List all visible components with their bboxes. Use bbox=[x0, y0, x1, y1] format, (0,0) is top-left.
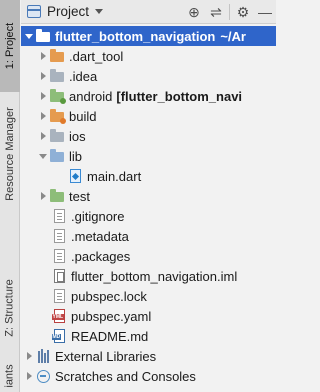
tree-item-lib[interactable]: lib bbox=[21, 146, 276, 166]
tree-item-scratches[interactable]: Scratches and Consoles bbox=[21, 366, 276, 386]
tree-item-packages[interactable]: .packages bbox=[21, 246, 276, 266]
expand-arrow[interactable] bbox=[37, 86, 49, 106]
expand-arrow[interactable] bbox=[37, 186, 49, 206]
module-folder-icon bbox=[49, 88, 66, 104]
text-file-icon bbox=[51, 228, 67, 244]
tree-item-label: ios bbox=[69, 128, 86, 144]
expand-arrow[interactable] bbox=[37, 126, 49, 146]
tree-item-pubspec-yaml[interactable]: pubspec.yaml bbox=[21, 306, 276, 326]
root-project-name: flutter_bottom_navigation bbox=[55, 28, 216, 44]
header-toolbar: ⊕ ⇌ ⚙ — bbox=[183, 0, 276, 24]
tree-item-metadata[interactable]: .metadata bbox=[21, 226, 276, 246]
folder-icon bbox=[49, 68, 65, 84]
tree-item-label: .gitignore bbox=[71, 208, 125, 224]
tree-item-label: README.md bbox=[71, 328, 149, 344]
tree-item-label: .metadata bbox=[71, 228, 129, 244]
text-file-icon bbox=[51, 288, 67, 304]
project-view-icon bbox=[26, 5, 41, 18]
tree-item-test[interactable]: test bbox=[21, 186, 276, 206]
module-folder-icon bbox=[35, 28, 51, 44]
markdown-file-icon bbox=[51, 328, 67, 344]
excluded-folder-icon bbox=[49, 108, 66, 124]
iml-file-icon bbox=[51, 268, 67, 284]
expand-arrow[interactable] bbox=[37, 146, 49, 166]
libraries-icon bbox=[35, 348, 51, 364]
source-folder-icon bbox=[49, 148, 65, 164]
tree-item-readme[interactable]: README.md bbox=[21, 326, 276, 346]
project-panel-header: Project ⊕ ⇌ ⚙ — bbox=[21, 0, 276, 24]
tree-item-build[interactable]: build bbox=[21, 106, 276, 126]
tree-item-label: flutter_bottom_navigation.iml bbox=[71, 268, 238, 284]
tree-item-main-dart[interactable]: main.dart bbox=[21, 166, 276, 186]
build-variants-tab[interactable]: iants bbox=[0, 360, 20, 392]
structure-tab[interactable]: Z: Structure bbox=[0, 268, 20, 348]
root-project-path: ~/Ar bbox=[220, 28, 246, 44]
tree-item-label: .dart_tool bbox=[69, 48, 124, 64]
tree-item-label: lib bbox=[69, 148, 83, 164]
chevron-down-icon bbox=[95, 9, 104, 14]
expand-arrow[interactable] bbox=[37, 66, 49, 86]
settings-icon[interactable]: ⚙ bbox=[232, 0, 254, 24]
locate-icon[interactable]: ⊕ bbox=[183, 0, 205, 24]
resource-manager-tab[interactable]: Resource Manager bbox=[0, 98, 20, 210]
tree-item-label: .packages bbox=[71, 248, 131, 264]
excluded-folder-icon bbox=[49, 48, 65, 64]
tool-window-strip: 1: Project Resource Manager Z: Structure… bbox=[0, 0, 20, 392]
structure-tab-label: Z: Structure bbox=[4, 279, 16, 337]
tree-item-pubspec-lock[interactable]: pubspec.lock bbox=[21, 286, 276, 306]
tree-item-label: build bbox=[69, 108, 97, 124]
tree-item-idea[interactable]: .idea bbox=[21, 66, 276, 86]
tree-item-ios[interactable]: ios bbox=[21, 126, 276, 146]
text-file-icon bbox=[51, 208, 67, 224]
tree-item-android[interactable]: android [flutter_bottom_navi bbox=[21, 86, 276, 106]
view-selector-label: Project bbox=[47, 4, 90, 19]
expand-arrow[interactable] bbox=[23, 366, 35, 386]
expand-arrow[interactable] bbox=[23, 26, 35, 46]
text-file-icon bbox=[51, 248, 67, 264]
view-selector[interactable]: Project bbox=[21, 0, 104, 24]
tree-item-label: pubspec.yaml bbox=[71, 308, 152, 324]
tree-item-label: Scratches and Consoles bbox=[55, 368, 196, 384]
tree-item-gitignore[interactable]: .gitignore bbox=[21, 206, 276, 226]
project-tool-tab-label: 1: Project bbox=[4, 22, 16, 70]
hide-icon[interactable]: — bbox=[254, 0, 276, 24]
test-folder-icon bbox=[49, 188, 65, 204]
expand-arrow[interactable] bbox=[37, 46, 49, 66]
project-tool-tab[interactable]: 1: Project bbox=[0, 0, 20, 92]
expand-arrow[interactable] bbox=[23, 346, 35, 366]
tree-item-label: .idea bbox=[69, 68, 98, 84]
resource-manager-tab-label: Resource Manager bbox=[4, 107, 16, 201]
tree-item-label: android bbox=[69, 88, 113, 104]
scratches-icon bbox=[35, 368, 51, 384]
build-variants-tab-label: iants bbox=[4, 364, 16, 388]
tree-item-iml[interactable]: flutter_bottom_navigation.iml bbox=[21, 266, 276, 286]
yaml-file-icon bbox=[51, 308, 67, 324]
project-tree: flutter_bottom_navigation ~/Ar .dart_too… bbox=[21, 25, 276, 392]
tree-item-module-name: [flutter_bottom_navi bbox=[116, 88, 243, 104]
collapse-icon[interactable]: ⇌ bbox=[205, 0, 227, 24]
expand-arrow[interactable] bbox=[37, 106, 49, 126]
tree-item-label: test bbox=[69, 188, 90, 204]
folder-icon bbox=[49, 128, 65, 144]
tree-item-dart-tool[interactable]: .dart_tool bbox=[21, 46, 276, 66]
dart-file-icon bbox=[67, 168, 83, 184]
tree-root-row[interactable]: flutter_bottom_navigation ~/Ar bbox=[21, 26, 276, 46]
tree-item-label: main.dart bbox=[87, 168, 142, 184]
tree-item-label: External Libraries bbox=[55, 348, 157, 364]
toolbar-divider bbox=[229, 4, 230, 20]
tree-item-label: pubspec.lock bbox=[71, 288, 147, 304]
tree-item-external-libraries[interactable]: External Libraries bbox=[21, 346, 276, 366]
